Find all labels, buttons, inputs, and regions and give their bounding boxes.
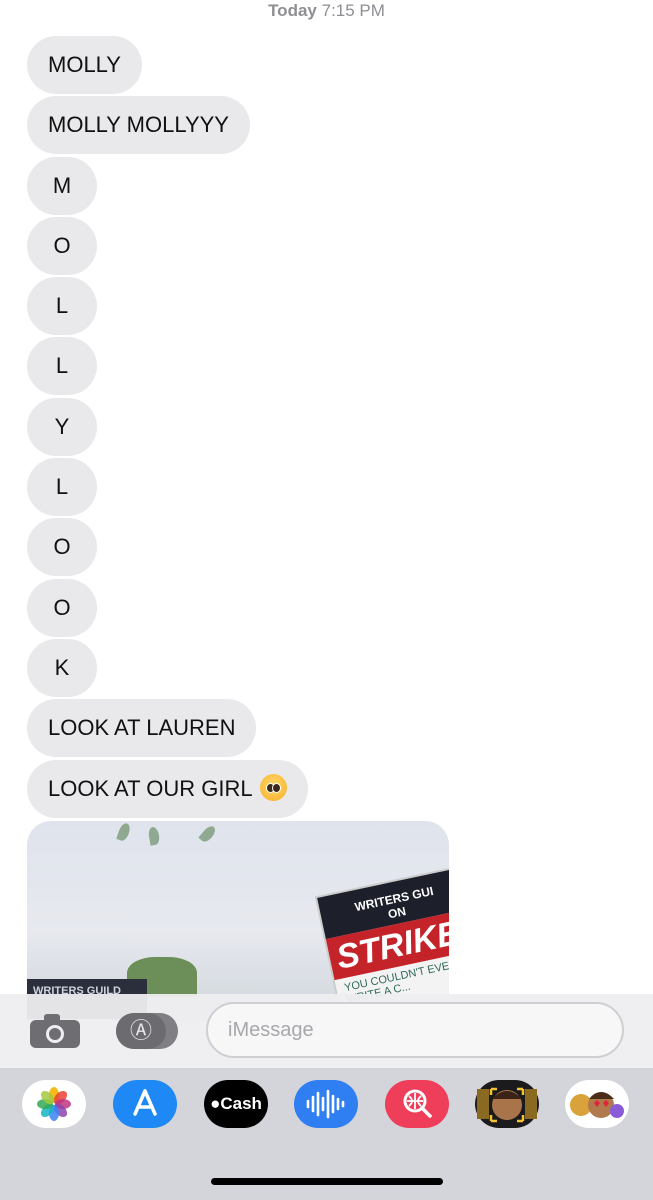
message-bubble[interactable]: L bbox=[27, 458, 97, 517]
apps-button[interactable]: Ⓐ bbox=[116, 1013, 178, 1049]
message-thread: MOLLY MOLLY MOLLYYY M O L L Y L O O K LO… bbox=[27, 36, 308, 820]
timestamp-day: Today bbox=[268, 1, 317, 20]
message-bubble[interactable]: MOLLY bbox=[27, 36, 142, 94]
compose-bar: Ⓐ bbox=[0, 994, 653, 1068]
memoji-stickers-app-button[interactable] bbox=[565, 1080, 629, 1128]
apple-cash-label: Cash bbox=[220, 1094, 262, 1113]
image-search-app-button[interactable] bbox=[385, 1080, 449, 1128]
apple-cash-icon: ● bbox=[210, 1094, 221, 1113]
audio-message-app-button[interactable] bbox=[294, 1080, 358, 1128]
message-bubble[interactable]: O bbox=[27, 518, 97, 577]
memoji-stickers-icon bbox=[570, 1092, 624, 1118]
home-indicator[interactable] bbox=[211, 1178, 443, 1185]
message-bubble[interactable]: K bbox=[27, 638, 97, 697]
apple-cash-app-button[interactable]: ● Cash bbox=[204, 1080, 268, 1128]
image-search-icon bbox=[403, 1089, 432, 1118]
message-bubble[interactable]: O bbox=[27, 578, 97, 637]
message-bubble[interactable]: LOOK AT LAUREN bbox=[27, 699, 257, 758]
message-bubble[interactable]: L bbox=[27, 337, 97, 396]
message-bubble[interactable]: M bbox=[27, 156, 97, 215]
message-bubble[interactable]: L bbox=[27, 277, 97, 336]
memoji-icon bbox=[477, 1087, 537, 1123]
leaf-decoration bbox=[198, 823, 218, 845]
message-text: LOOK AT OUR GIRL bbox=[48, 775, 252, 801]
photo-attachment[interactable]: WRITERS GUILD WRITERS GUI ON STRIKE! YOU… bbox=[27, 821, 449, 1021]
message-bubble[interactable]: Y bbox=[27, 397, 97, 456]
camera-icon bbox=[30, 1014, 80, 1048]
app-store-app-button[interactable] bbox=[113, 1080, 177, 1128]
pleading-face-emoji-icon bbox=[259, 774, 287, 802]
memoji-app-button[interactable] bbox=[475, 1080, 539, 1128]
app-store-icon bbox=[133, 1089, 157, 1116]
timestamp-time: 7:15 PM bbox=[321, 1, 385, 20]
leaf-decoration bbox=[147, 826, 161, 846]
message-bubble[interactable]: O bbox=[27, 216, 97, 275]
photos-app-button[interactable] bbox=[22, 1080, 86, 1128]
message-bubble[interactable]: MOLLY MOLLYYY bbox=[27, 96, 250, 155]
audio-message-icon bbox=[306, 1089, 345, 1119]
app-store-icon: Ⓐ bbox=[116, 1013, 166, 1049]
photos-icon bbox=[37, 1087, 71, 1121]
camera-button[interactable] bbox=[30, 1014, 80, 1048]
conversation-timestamp: Today 7:15 PM bbox=[0, 0, 653, 22]
message-bubble[interactable]: LOOK AT OUR GIRL bbox=[27, 759, 308, 818]
leaf-decoration bbox=[116, 821, 132, 843]
imessage-input[interactable] bbox=[206, 1002, 624, 1058]
